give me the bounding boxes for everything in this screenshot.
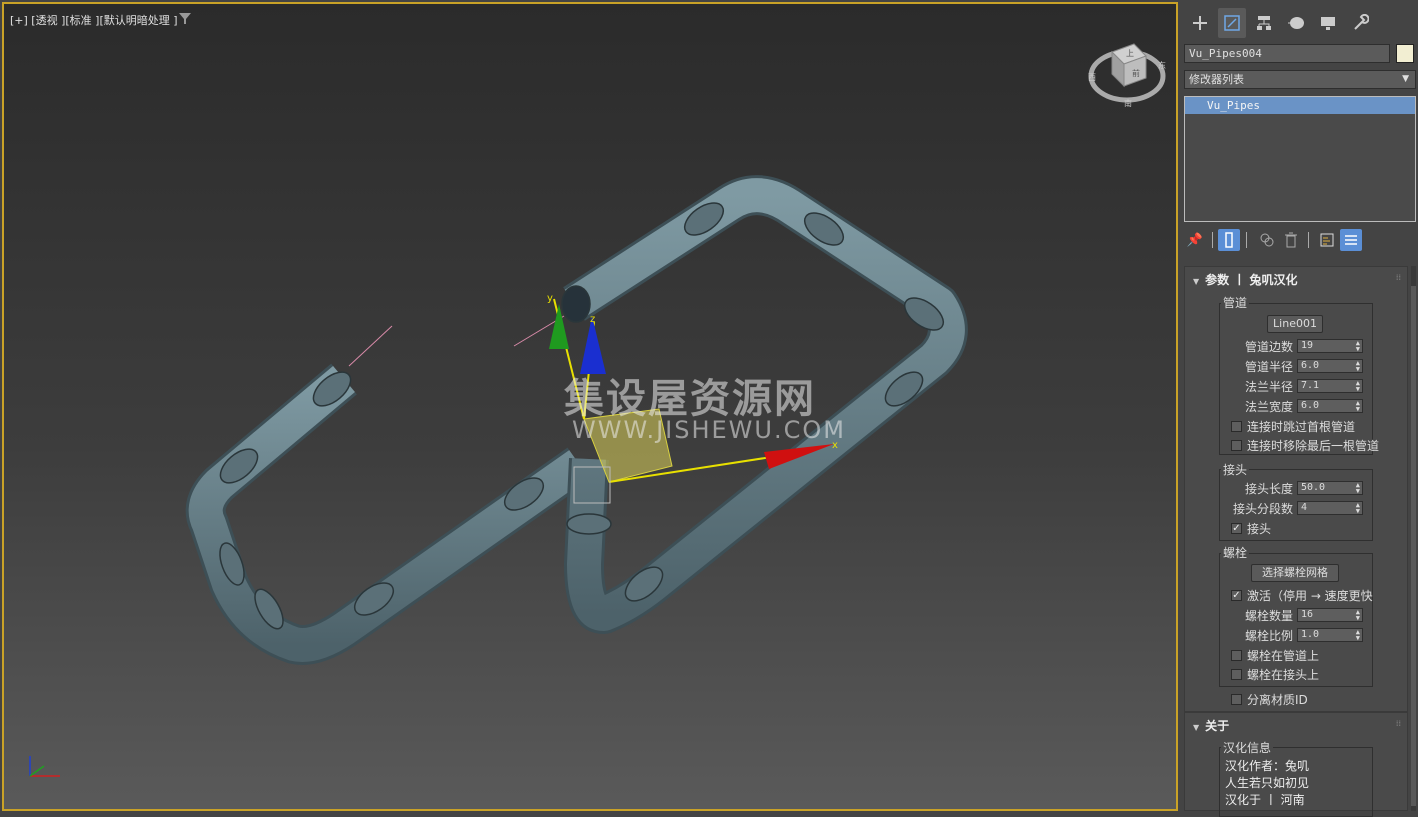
gizmo-y-label: y <box>547 293 553 304</box>
list-view-icon[interactable] <box>1340 229 1362 251</box>
flange-radius-spinner[interactable]: 7.1 ▲ ▼ <box>1297 379 1363 393</box>
joint-length-label: 接头长度 <box>1244 482 1293 496</box>
flange-width-label: 法兰宽度 <box>1244 400 1293 414</box>
viewcube[interactable]: 上 前 东 西 南 <box>1082 38 1172 110</box>
remove-last-pipe-label: 连接时移除最后一根管道 <box>1247 439 1380 453</box>
drag-handle-icon[interactable]: ⁞⁞ <box>1396 719 1401 728</box>
about-rollout: ▼ 关于 ⁞⁞ 汉化信息 汉化作者：兔叽 人生若只如初见 汉化于 丨 河南 <box>1184 712 1408 817</box>
about-line-location: 汉化于 丨 河南 <box>1225 793 1305 807</box>
modifier-stack[interactable]: Vu_Pipes <box>1184 96 1416 222</box>
joint-length-spinner[interactable]: 50.0 ▲ ▼ <box>1297 481 1363 495</box>
bolt-scale-label: 螺栓比例 <box>1244 629 1293 643</box>
motion-icon[interactable] <box>1282 8 1310 38</box>
activate-label: 激活（停用 → 速度更快 <box>1247 589 1373 603</box>
bolt-count-label: 螺栓数量 <box>1244 609 1293 623</box>
viewport-label[interactable]: [+] [透视 ][标准 ][默认明暗处理 ] <box>10 12 178 28</box>
about-line-author: 汉化作者：兔叽 <box>1225 759 1310 773</box>
watermark-url: WWW.JISHEWU.COM <box>572 416 846 444</box>
pipe-sides-label: 管道边数 <box>1244 340 1293 354</box>
joint-length-value: 50.0 <box>1301 482 1326 493</box>
viewcube-front: 前 <box>1132 68 1140 78</box>
line-pick-button[interactable]: Line001 <box>1267 315 1323 333</box>
panel-scrollbar-thumb[interactable] <box>1411 286 1416 806</box>
flange-radius-value: 7.1 <box>1301 380 1320 391</box>
modifier-list-dropdown[interactable]: 修改器列表 ▼ <box>1184 70 1416 89</box>
about-title-text: 关于 <box>1205 719 1230 733</box>
bolt-scale-spinner[interactable]: 1.0 ▲ ▼ <box>1297 628 1363 642</box>
viewcube-south: 南 <box>1124 98 1132 108</box>
configure-sets-icon[interactable] <box>1316 229 1338 251</box>
bolt-count-spinner[interactable]: 16 ▲ ▼ <box>1297 608 1363 622</box>
remove-last-pipe-checkbox[interactable] <box>1231 440 1242 451</box>
pipe-sides-value: 19 <box>1301 340 1314 351</box>
display-icon[interactable] <box>1314 8 1342 38</box>
skip-first-pipe-label: 连接时跳过首根管道 <box>1247 420 1356 434</box>
flange-width-value: 6.0 <box>1301 400 1320 411</box>
joint-segments-spinner[interactable]: 4 ▲ ▼ <box>1297 501 1363 515</box>
joint-segments-label: 接头分段数 <box>1232 502 1293 516</box>
command-panel-tabs <box>1184 8 1416 40</box>
modify-icon[interactable] <box>1218 8 1246 38</box>
bolt-on-joint-label: 螺栓在接头上 <box>1247 668 1320 682</box>
gizmo-z-label: z <box>590 314 595 325</box>
about-rollout-title[interactable]: ▼ 关于 <box>1193 717 1229 734</box>
viewcube-east: 东 <box>1158 60 1166 70</box>
skip-first-pipe-checkbox[interactable] <box>1231 421 1242 432</box>
command-panel: Vu_Pipes004 修改器列表 ▼ Vu_Pipes 📌 ▼ 参数 丨 兔叽汉… <box>1180 0 1418 817</box>
pipe-group-label: 管道 <box>1221 294 1250 311</box>
perspective-viewport[interactable]: y z x [+] [透视 ][标准 ][默认明暗处理 ] 上 前 东 西 南 … <box>2 2 1178 811</box>
axis-tripod <box>29 756 60 777</box>
create-icon[interactable] <box>1186 8 1214 38</box>
object-name-field[interactable]: Vu_Pipes004 <box>1184 44 1390 63</box>
show-end-result-icon[interactable] <box>1218 229 1240 251</box>
about-group-label: 汉化信息 <box>1221 739 1274 756</box>
bolt-on-pipe-checkbox[interactable] <box>1231 650 1242 661</box>
viewcube-west: 西 <box>1088 73 1096 82</box>
bolt-count-value: 16 <box>1301 609 1314 620</box>
select-bolt-mesh-button[interactable]: 选择螺栓网格 <box>1251 564 1339 582</box>
filter-icon[interactable] <box>178 12 192 25</box>
parameters-rollout: ▼ 参数 丨 兔叽汉化 ⁞⁞ 管道 Line001 管道边数 19 ▲ ▼ 管道半径 … <box>1184 266 1408 712</box>
joint-segments-value: 4 <box>1301 502 1308 513</box>
bolt-scale-value: 1.0 <box>1301 629 1320 640</box>
flange-radius-label: 法兰半径 <box>1244 380 1293 394</box>
stack-toolbar: 📌 <box>1184 229 1416 251</box>
pipe-radius-label: 管道半径 <box>1244 360 1293 374</box>
utilities-icon[interactable] <box>1346 8 1374 38</box>
bolt-on-joint-checkbox[interactable] <box>1231 669 1242 680</box>
joint-checkbox-label: 接头 <box>1247 522 1272 536</box>
pipe-radius-value: 6.0 <box>1301 360 1320 371</box>
pipe-sides-spinner[interactable]: 19 ▲ ▼ <box>1297 339 1363 353</box>
joint-group-label: 接头 <box>1221 461 1250 478</box>
about-line-motto: 人生若只如初见 <box>1225 776 1310 790</box>
modifier-list-label: 修改器列表 <box>1189 73 1244 86</box>
hierarchy-icon[interactable] <box>1250 8 1278 38</box>
object-color-swatch[interactable] <box>1396 44 1414 63</box>
parameters-rollout-title[interactable]: ▼ 参数 丨 兔叽汉化 <box>1193 271 1298 288</box>
pin-stack-icon[interactable]: 📌 <box>1184 229 1206 251</box>
viewcube-top: 上 <box>1126 49 1134 58</box>
make-unique-icon[interactable] <box>1256 229 1278 251</box>
panel-scrollbar[interactable] <box>1411 266 1416 811</box>
activate-checkbox[interactable]: ✓ <box>1231 590 1242 601</box>
bolt-on-pipe-label: 螺栓在管道上 <box>1247 649 1320 663</box>
spline-line <box>348 325 393 367</box>
chevron-down-icon: ▼ <box>1402 74 1409 84</box>
bolt-group-label: 螺栓 <box>1221 544 1250 561</box>
flange-width-spinner[interactable]: 6.0 ▲ ▼ <box>1297 399 1363 413</box>
remove-modifier-icon[interactable] <box>1280 229 1302 251</box>
pipe-radius-spinner[interactable]: 6.0 ▲ ▼ <box>1297 359 1363 373</box>
separate-material-id-checkbox[interactable] <box>1231 694 1242 705</box>
stack-item-vu-pipes[interactable]: Vu_Pipes <box>1185 97 1415 114</box>
drag-handle-icon[interactable]: ⁞⁞ <box>1396 273 1401 282</box>
joint-checkbox[interactable]: ✓ <box>1231 523 1242 534</box>
parameters-title-text: 参数 丨 兔叽汉化 <box>1205 273 1298 287</box>
separate-material-id-label: 分离材质ID <box>1247 693 1308 707</box>
